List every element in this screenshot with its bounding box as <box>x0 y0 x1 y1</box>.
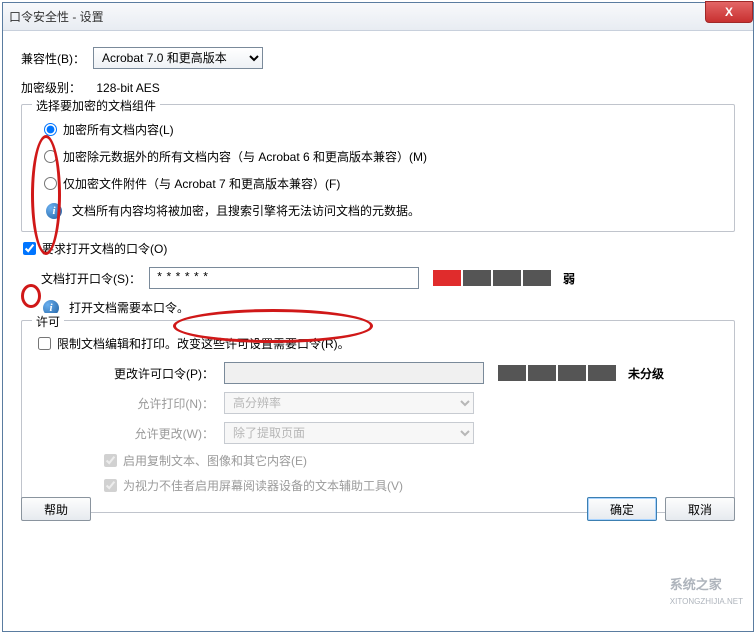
allow-change-label: 允许更改(W)： <box>104 425 214 442</box>
open-pw-label: 文档打开口令(S)： <box>41 270 141 287</box>
strength-seg-3 <box>493 270 521 286</box>
radio-encrypt-all-label: 加密所有文档内容(L) <box>63 121 174 138</box>
cancel-button[interactable]: 取消 <box>665 497 735 521</box>
restrict-checkbox[interactable] <box>38 337 51 350</box>
enable-copy-label: 启用复制文本、图像和其它内容(E) <box>123 452 307 469</box>
change-pw-strength-text: 未分级 <box>628 365 664 382</box>
enable-copy-row: 启用复制文本、图像和其它内容(E) <box>104 452 722 469</box>
dialog-window: 口令安全性 - 设置 X 兼容性(B)： Acrobat 7.0 和更高版本 加… <box>2 2 754 632</box>
allow-print-row: 允许打印(N)： 高分辨率 <box>104 392 722 414</box>
enc-level-row: 加密级别： 128-bit AES <box>21 79 735 96</box>
open-pw-strength: 弱 <box>433 270 575 287</box>
footer-right: 确定 取消 <box>587 497 735 521</box>
encrypt-group: 选择要加密的文档组件 加密所有文档内容(L) 加密除元数据外的所有文档内容（与 … <box>21 104 735 232</box>
watermark-url: XITONGZHIJIA.NET <box>670 597 743 606</box>
strength-seg-2 <box>463 270 491 286</box>
change-pw-row: 更改许可口令(P)： 未分级 <box>104 362 722 384</box>
strength-seg-4 <box>588 365 616 381</box>
watermark: 系统之家 XITONGZHIJIA.NET <box>670 574 743 607</box>
encrypt-info-row: i 文档所有内容均将被加密，且搜索引擎将无法访问文档的元数据。 <box>46 202 722 219</box>
enable-copy-checkbox[interactable] <box>104 454 117 467</box>
ok-button[interactable]: 确定 <box>587 497 657 521</box>
annotation-ellipse <box>21 284 41 308</box>
restrict-row: 限制文档编辑和打印。改变这些许可设置需要口令(R)。 <box>38 335 722 352</box>
enable-screenreader-label: 为视力不佳者启用屏幕阅读器设备的文本辅助工具(V) <box>123 477 403 494</box>
strength-seg-3 <box>558 365 586 381</box>
radio-attach-only[interactable] <box>44 177 57 190</box>
close-icon: X <box>725 5 733 19</box>
open-pw-row: 文档打开口令(S)： 弱 <box>41 267 735 289</box>
strength-seg-1 <box>433 270 461 286</box>
radio-encrypt-all[interactable] <box>44 123 57 136</box>
close-button[interactable]: X <box>705 1 753 23</box>
watermark-brand: 系统之家 <box>670 577 722 592</box>
require-open-pw-label: 要求打开文档的口令(O) <box>42 240 167 257</box>
radio-except-meta-label: 加密除元数据外的所有文档内容（与 Acrobat 6 和更高版本兼容）(M) <box>63 148 427 165</box>
encrypt-group-legend: 选择要加密的文档组件 <box>32 97 160 114</box>
compat-label: 兼容性(B)： <box>21 50 85 67</box>
footer: 帮助 确定 取消 <box>21 497 735 521</box>
radio-attach-only-row: 仅加密文件附件（与 Acrobat 7 和更高版本兼容）(F) <box>44 175 722 192</box>
open-pw-input[interactable] <box>149 267 419 289</box>
titlebar: 口令安全性 - 设置 X <box>3 3 753 31</box>
compat-row: 兼容性(B)： Acrobat 7.0 和更高版本 <box>21 47 735 69</box>
enable-screenreader-row: 为视力不佳者启用屏幕阅读器设备的文本辅助工具(V) <box>104 477 722 494</box>
permission-legend: 许可 <box>32 313 64 330</box>
help-button[interactable]: 帮助 <box>21 497 91 521</box>
change-pw-strength: 未分级 <box>498 365 664 382</box>
enable-screenreader-checkbox[interactable] <box>104 479 117 492</box>
allow-print-label: 允许打印(N)： <box>104 395 214 412</box>
permission-group: 许可 限制文档编辑和打印。改变这些许可设置需要口令(R)。 更改许可口令(P)：… <box>21 320 735 513</box>
open-pw-info-row: i 打开文档需要本口令。 <box>43 299 735 316</box>
allow-print-select[interactable]: 高分辨率 <box>224 392 474 414</box>
radio-except-meta-row: 加密除元数据外的所有文档内容（与 Acrobat 6 和更高版本兼容）(M) <box>44 148 722 165</box>
require-open-pw-checkbox[interactable] <box>23 242 36 255</box>
strength-seg-2 <box>528 365 556 381</box>
encrypt-info-text: 文档所有内容均将被加密，且搜索引擎将无法访问文档的元数据。 <box>72 202 420 219</box>
window-title: 口令安全性 - 设置 <box>9 8 104 25</box>
radio-except-meta[interactable] <box>44 150 57 163</box>
allow-change-row: 允许更改(W)： 除了提取页面 <box>104 422 722 444</box>
info-icon: i <box>46 203 62 219</box>
strength-seg-4 <box>523 270 551 286</box>
open-pw-check-row: 要求打开文档的口令(O) <box>23 240 735 257</box>
radio-attach-only-label: 仅加密文件附件（与 Acrobat 7 和更高版本兼容）(F) <box>63 175 340 192</box>
strength-seg-1 <box>498 365 526 381</box>
change-pw-label: 更改许可口令(P)： <box>104 365 214 382</box>
restrict-label: 限制文档编辑和打印。改变这些许可设置需要口令(R)。 <box>57 335 350 352</box>
radio-all-row: 加密所有文档内容(L) <box>44 121 722 138</box>
compat-select[interactable]: Acrobat 7.0 和更高版本 <box>93 47 263 69</box>
open-pw-info-text: 打开文档需要本口令。 <box>69 299 189 316</box>
strength-text: 弱 <box>563 270 575 287</box>
enc-level-value: 128-bit AES <box>96 81 159 95</box>
enc-level-label: 加密级别： <box>21 81 81 95</box>
change-pw-input[interactable] <box>224 362 484 384</box>
content-area: 兼容性(B)： Acrobat 7.0 和更高版本 加密级别： 128-bit … <box>3 31 753 531</box>
allow-change-select[interactable]: 除了提取页面 <box>224 422 474 444</box>
